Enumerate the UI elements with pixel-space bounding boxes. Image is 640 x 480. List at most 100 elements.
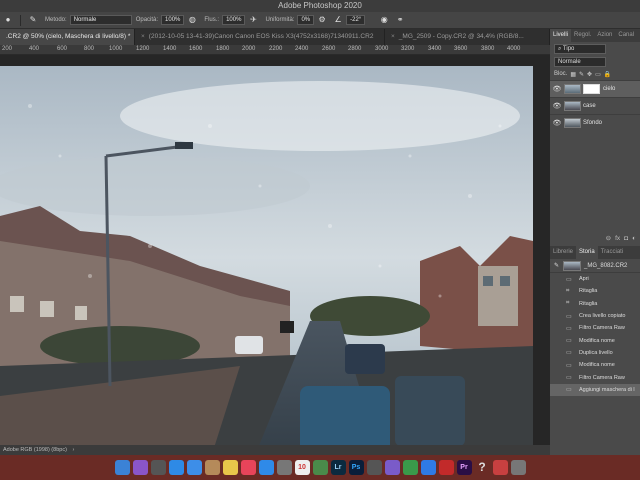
history-panel: Librerie Storia Tracciati ✎ _MG_8082.CR2…	[550, 246, 640, 455]
layers-panel-footer: ⊖ fx ◘ ◐	[550, 232, 640, 244]
appstore-icon[interactable]	[258, 460, 274, 475]
pressure-size-icon[interactable]: ◉	[379, 15, 389, 25]
document-canvas[interactable]	[0, 55, 550, 445]
pressure-opacity-icon[interactable]: ◍	[187, 15, 197, 25]
tab-paths[interactable]: Tracciati	[598, 246, 626, 259]
time-machine-icon[interactable]	[312, 460, 328, 475]
chevron-right-icon[interactable]: ›	[72, 447, 74, 453]
acrobat-icon[interactable]	[438, 460, 454, 475]
help-icon[interactable]: ?	[475, 460, 490, 475]
brush-preset-icon[interactable]: ●	[3, 15, 13, 25]
fx-icon[interactable]: fx	[615, 235, 620, 242]
mask-icon: ▭	[566, 387, 572, 394]
mail-icon[interactable]	[186, 460, 202, 475]
doc-tab-label: .CR2 @ 50% (cielo, Maschera di livello/8…	[6, 33, 131, 40]
snapshot-thumbnail	[563, 260, 582, 271]
siri-icon[interactable]	[132, 460, 148, 475]
history-snapshot[interactable]: ✎ _MG_8082.CR2	[550, 259, 640, 273]
tab-layers[interactable]: Livelli	[550, 29, 572, 42]
flag-icon[interactable]	[492, 460, 508, 475]
history-state[interactable]: ▭ Apri	[550, 273, 640, 285]
link-layers-icon[interactable]: ⊖	[606, 234, 611, 242]
photo-image[interactable]	[0, 66, 533, 445]
brush-panel-icon[interactable]: ✎	[28, 15, 38, 25]
doc-tab[interactable]: × (2012-10-05 13-41-39)Canon Canon EOS Ki…	[135, 29, 385, 45]
tab-libraries[interactable]: Librerie	[550, 246, 576, 259]
tab-adjustments[interactable]: Regol.	[571, 29, 594, 42]
tab-channels[interactable]: Canal	[615, 29, 637, 42]
symmetry-icon[interactable]: ⚭	[395, 15, 405, 25]
history-state[interactable]: ⌗ Ritaglia	[550, 285, 640, 297]
lock-paint-icon[interactable]: ✎	[579, 71, 584, 78]
history-state[interactable]: ▭ Modifica nome	[550, 359, 640, 371]
layer-row-sfondo[interactable]: 👁 Sfondo	[550, 114, 640, 131]
snapshot-name: _MG_8082.CR2	[584, 262, 628, 269]
crop-icon: ⌗	[566, 300, 570, 307]
ruler-tick: 1000	[109, 46, 123, 52]
blend-mode-select[interactable]: Normale	[554, 57, 606, 67]
pen-icon[interactable]	[366, 460, 382, 475]
lock-artboard-icon[interactable]: ▭	[595, 71, 601, 78]
doc-tab-active[interactable]: .CR2 @ 50% (cielo, Maschera di livello/8…	[0, 29, 135, 45]
finder-icon[interactable]	[114, 460, 130, 475]
doc-tab[interactable]: × _MG_2509 - Copy.CR2 @ 34,4% (RGB/8...	[385, 29, 550, 45]
close-icon[interactable]: ×	[391, 33, 395, 40]
lock-all-icon[interactable]: 🔒	[604, 71, 611, 78]
dropbox-icon[interactable]	[420, 460, 436, 475]
music-icon[interactable]	[240, 460, 256, 475]
angle-field[interactable]: -22°	[346, 15, 366, 25]
smoothing-field[interactable]: 0%	[297, 15, 315, 25]
ruler-tick: 2000	[242, 46, 256, 52]
photos-icon[interactable]	[222, 460, 238, 475]
premiere-icon[interactable]: Pr	[456, 460, 472, 475]
visibility-eye-icon[interactable]: 👁	[550, 85, 564, 93]
safari-icon[interactable]	[168, 460, 184, 475]
lock-move-icon[interactable]: ✥	[587, 71, 592, 78]
add-mask-icon[interactable]: ◘	[624, 235, 628, 242]
history-state-label: Modifica nome	[579, 362, 615, 369]
affinity-icon[interactable]	[384, 460, 400, 475]
history-state[interactable]: ▭ Duplica livello	[550, 347, 640, 359]
history-state[interactable]: ▭ Crea livello copiato	[550, 310, 640, 322]
brush-source-icon[interactable]: ✎	[554, 262, 559, 269]
history-state[interactable]: ▭ Filtro Camera Raw	[550, 371, 640, 383]
opacity-field[interactable]: 100%	[161, 15, 185, 25]
divider	[20, 14, 21, 26]
chrome-icon[interactable]	[402, 460, 418, 475]
layer-row-case[interactable]: 👁 case	[550, 97, 640, 114]
ruler-tick: 3400	[428, 46, 442, 52]
history-state[interactable]: ▭ Modifica nome	[550, 334, 640, 346]
macos-dock: 10 Lr Ps Pr ?	[0, 455, 640, 480]
visibility-eye-icon[interactable]: 👁	[550, 119, 564, 127]
calendar-icon[interactable]: 10	[294, 460, 310, 475]
adjustment-icon[interactable]: ◐	[632, 235, 636, 242]
mode-label: Metodo:	[45, 17, 67, 23]
smoothing-settings-icon[interactable]: ⚙	[317, 15, 327, 25]
layer-thumbnail	[564, 118, 581, 128]
layer-icon: ▭	[566, 375, 572, 382]
smoothing-label: Uniformità:	[265, 17, 295, 23]
contacts-icon[interactable]	[204, 460, 220, 475]
history-state[interactable]: ⌗ Ritaglia	[550, 298, 640, 310]
photoshop-icon[interactable]: Ps	[348, 460, 364, 475]
lightroom-icon[interactable]: Lr	[330, 460, 346, 475]
layer-mask-thumbnail[interactable]	[583, 84, 600, 94]
doc-tab-label: (2012-10-05 13-41-39)Canon Canon EOS Kis…	[148, 33, 374, 40]
visibility-eye-icon[interactable]: 👁	[550, 102, 564, 110]
trash-icon[interactable]	[510, 460, 526, 475]
history-state-current[interactable]: ▭ Aggiungi maschera di l	[550, 383, 640, 396]
layer-icon: ▭	[566, 338, 572, 345]
preview-icon[interactable]	[276, 460, 292, 475]
close-icon[interactable]: ×	[141, 33, 145, 40]
flow-field[interactable]: 100%	[222, 15, 246, 25]
layer-filter-select[interactable]: ⌕ Tipo	[554, 44, 606, 54]
history-state[interactable]: ▭ Filtro Camera Raw	[550, 322, 640, 334]
history-state-label: Filtro Camera Raw	[579, 374, 625, 381]
lock-pixels-icon[interactable]: ▦	[570, 71, 576, 78]
tab-actions[interactable]: Azion	[594, 29, 615, 42]
airbrush-icon[interactable]: ✈	[248, 15, 258, 25]
tab-history[interactable]: Storia	[576, 246, 598, 259]
layer-row-cielo[interactable]: 👁 cielo	[550, 80, 640, 97]
mode-select[interactable]: Normale	[69, 15, 132, 25]
launchpad-icon[interactable]	[150, 460, 166, 475]
